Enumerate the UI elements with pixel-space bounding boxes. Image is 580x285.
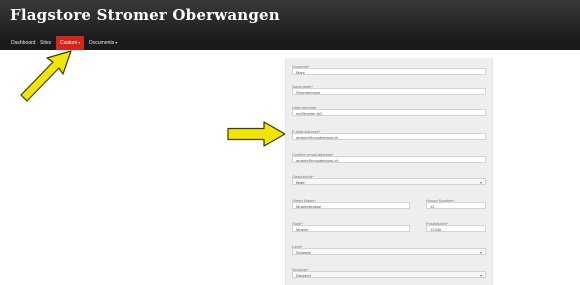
chevron-down-icon: ▾ (78, 40, 81, 45)
street-name-input[interactable]: Musterstrasse (292, 202, 410, 209)
site-title: Flagstore Stromer Oberwangen (10, 6, 280, 24)
geschlecht-select[interactable]: Male ▾ (292, 178, 486, 185)
vorname-input[interactable]: Marc (292, 68, 486, 75)
annotation-arrow-right-icon (227, 121, 286, 147)
select-value: Male (296, 180, 305, 185)
nav-item-label: Custom (60, 40, 78, 46)
customer-form-panel: Vorname* Marc Nachname* Stromermann Unte… (285, 58, 493, 285)
nav-item-label: Dashboard (11, 40, 36, 46)
nachname-input[interactable]: Stromermann (292, 88, 486, 95)
sprache-select[interactable]: Deutsch ▾ (292, 271, 486, 278)
arrow-shape (20, 50, 72, 102)
nav-item-sites[interactable]: Sites (40, 36, 51, 50)
select-value: Deutsch (296, 273, 311, 278)
main-navbar: Dashboard Sites Custom▾ Documents▾ (0, 36, 580, 50)
arrow-shape (227, 121, 286, 147)
chevron-down-icon: ▾ (479, 250, 482, 255)
house-number-input[interactable]: 12 (426, 202, 486, 209)
nav-item-label: Sites (40, 40, 52, 46)
nav-item-label: Documents (89, 40, 115, 46)
top-header: Flagstore Stromer Oberwangen (0, 0, 580, 36)
nav-item-dashboard[interactable]: Dashboard (11, 36, 35, 50)
confirm-email-input[interactable]: muster@mustemann.ch (292, 156, 486, 163)
nav-item-custom[interactable]: Custom▾ (56, 36, 85, 50)
postleitzahl-input[interactable]: 12345 (426, 225, 486, 232)
chevron-down-icon: ▾ (479, 273, 482, 278)
land-select[interactable]: Schweiz ▾ (292, 248, 486, 255)
email-input[interactable]: mustér@mustemann.ch (292, 133, 486, 140)
select-value: Schweiz (296, 250, 311, 255)
annotation-arrow-diagonal-icon (20, 50, 72, 102)
nav-item-documents[interactable]: Documents▾ (89, 36, 117, 50)
unternehmen-input[interactable]: myStromer AG (292, 109, 486, 116)
stadt-input[interactable]: Muster (292, 225, 410, 232)
chevron-down-icon: ▾ (479, 180, 482, 185)
chevron-down-icon: ▾ (115, 40, 118, 45)
